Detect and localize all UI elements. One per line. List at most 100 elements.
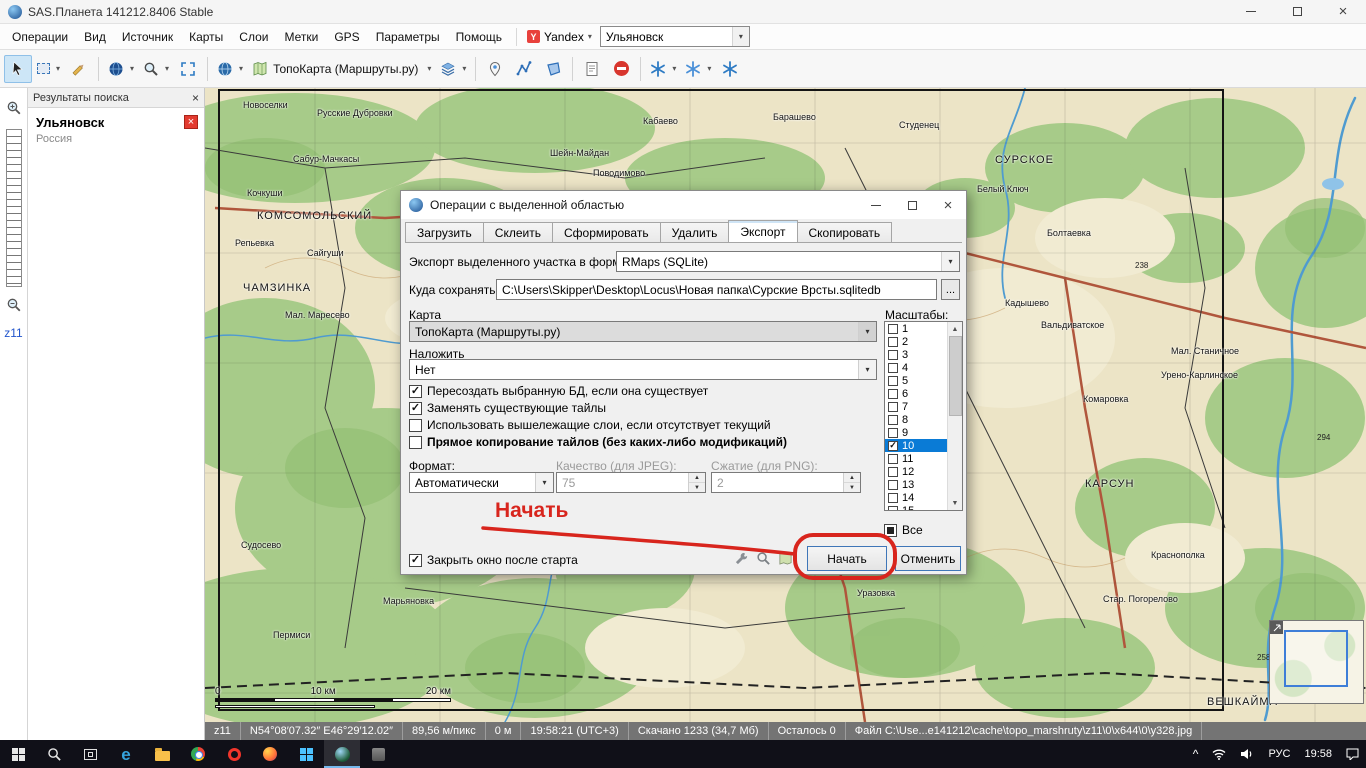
quality-stepper[interactable]: 75 ▲▼ (556, 472, 706, 493)
menu-item[interactable]: Параметры (368, 26, 448, 48)
spin-down-icon[interactable]: ▼ (844, 483, 860, 492)
scale-checkbox[interactable] (888, 350, 898, 360)
scale-checkbox[interactable] (888, 402, 898, 412)
gps-position-button[interactable] (716, 55, 744, 83)
selection-manager-button[interactable] (578, 55, 606, 83)
minimap[interactable] (1269, 620, 1364, 704)
scale-item[interactable]: 10 (885, 439, 947, 452)
chevron-down-icon[interactable]: ▾ (858, 322, 876, 341)
chevron-down-icon[interactable]: ▾ (941, 252, 959, 271)
scale-checkbox[interactable] (888, 363, 898, 373)
window-titlebar[interactable]: SAS.Планета 141212.8406 Stable (0, 0, 1366, 24)
scroll-down-icon[interactable]: ▼ (948, 496, 962, 510)
start-button[interactable] (0, 740, 36, 768)
search-result-item[interactable]: Ульяновск × (28, 108, 204, 132)
magnifier-icon[interactable] (756, 551, 771, 569)
checkbox[interactable] (409, 436, 422, 449)
dialog-minimize-button[interactable] (858, 191, 894, 219)
scale-item[interactable]: 12 (885, 465, 947, 478)
measure-tool-button[interactable] (65, 55, 93, 83)
scroll-up-icon[interactable]: ▲ (948, 322, 962, 336)
dialog-titlebar[interactable]: Операции с выделенной областью (401, 191, 966, 219)
tray-expand-button[interactable]: ^ (1186, 740, 1206, 768)
dialog-maximize-button[interactable] (894, 191, 930, 219)
checkbox[interactable] (409, 419, 422, 432)
scale-checkbox[interactable] (888, 376, 898, 386)
chevron-down-icon[interactable]: ▾ (858, 360, 876, 379)
save-path-input[interactable]: C:\Users\Skipper\Desktop\Locus\Новая пап… (496, 279, 937, 300)
overlay-combobox[interactable]: Нет ▾ (409, 359, 877, 380)
menu-item[interactable]: Слои (231, 26, 276, 48)
scale-item[interactable]: 15 (885, 504, 947, 510)
taskbar-sas-planet[interactable] (324, 740, 360, 768)
add-polygon-button[interactable] (539, 55, 567, 83)
scales-listbox[interactable]: 1 2 3 4 (884, 321, 963, 511)
dialog-tab[interactable]: Склеить (483, 222, 553, 242)
scale-checkbox[interactable] (888, 493, 898, 503)
scale-item[interactable]: 8 (885, 413, 947, 426)
scale-item[interactable]: 9 (885, 426, 947, 439)
search-input[interactable] (601, 27, 732, 46)
format-combobox[interactable]: Автоматически ▾ (409, 472, 554, 493)
add-placemark-button[interactable] (481, 55, 509, 83)
export-option[interactable]: Пересоздать выбранную БД, если она сущес… (409, 384, 787, 398)
scale-item[interactable]: 7 (885, 400, 947, 413)
task-view-button[interactable] (72, 740, 108, 768)
chevron-down-icon[interactable]: ▾ (535, 473, 553, 492)
zoom-slider[interactable] (6, 129, 22, 287)
scroll-thumb[interactable] (949, 336, 962, 416)
goto-button[interactable]: ▾ (104, 55, 138, 83)
map-file-icon[interactable] (778, 551, 793, 569)
all-scales-checkbox[interactable] (884, 524, 897, 537)
dialog-tab[interactable]: Сформировать (552, 222, 661, 242)
scale-item[interactable]: 3 (885, 348, 947, 361)
taskbar-chrome[interactable] (180, 740, 216, 768)
scale-checkbox[interactable] (888, 480, 898, 490)
volume-indicator[interactable] (1233, 740, 1261, 768)
menu-item[interactable]: Метки (276, 26, 326, 48)
add-path-button[interactable] (510, 55, 538, 83)
close-after-start-option[interactable]: Закрыть окно после старта (409, 553, 578, 567)
all-scales-option[interactable]: Все (884, 523, 923, 537)
network-indicator[interactable] (1205, 740, 1233, 768)
minimap-viewport-frame[interactable] (1284, 630, 1348, 687)
zoom-tool-button[interactable]: ▾ (139, 55, 173, 83)
compression-stepper[interactable]: 2 ▲▼ (711, 472, 861, 493)
clock[interactable]: 19:58 (1297, 740, 1339, 768)
scales-scrollbar[interactable]: ▲ ▼ (947, 322, 962, 510)
close-after-start-checkbox[interactable] (409, 554, 422, 567)
taskbar-search-button[interactable] (36, 740, 72, 768)
stop-download-button[interactable] (607, 55, 635, 83)
taskbar-store[interactable] (288, 740, 324, 768)
scale-checkbox[interactable] (888, 441, 898, 451)
map-source-dropdown[interactable]: ТопоКарта (Маршруты.ру) ▾ (248, 55, 435, 83)
scale-checkbox[interactable] (888, 337, 898, 347)
scale-item[interactable]: 1 (885, 322, 947, 335)
gps-track-button[interactable]: ▾ (681, 55, 715, 83)
zoom-out-icon[interactable] (6, 297, 22, 316)
scale-item[interactable]: 13 (885, 478, 947, 491)
taskbar-firefox[interactable] (252, 740, 288, 768)
dialog-tab[interactable]: Удалить (660, 222, 730, 242)
taskbar-app[interactable] (360, 740, 396, 768)
scale-item[interactable]: 14 (885, 491, 947, 504)
wrench-icon[interactable] (734, 551, 749, 569)
cursor-tool-button[interactable] (4, 55, 32, 83)
dialog-tab[interactable]: Скопировать (797, 222, 893, 242)
scale-item[interactable]: 2 (885, 335, 947, 348)
scale-item[interactable]: 5 (885, 374, 947, 387)
language-indicator[interactable]: РУС (1261, 740, 1297, 768)
menu-item[interactable]: Источник (114, 26, 181, 48)
dialog-tab[interactable]: Экспорт (728, 220, 797, 242)
taskbar-edge[interactable]: e (108, 740, 144, 768)
notification-center-button[interactable] (1339, 740, 1366, 768)
data-source-button[interactable]: ▾ (213, 55, 247, 83)
spin-down-icon[interactable]: ▼ (689, 483, 705, 492)
search-provider-dropdown[interactable]: Y Yandex ▾ (523, 28, 596, 46)
menu-item[interactable]: GPS (326, 26, 367, 48)
zoom-in-icon[interactable] (6, 100, 22, 119)
minimize-button[interactable] (1228, 0, 1274, 23)
remove-result-icon[interactable]: × (184, 115, 198, 129)
scale-checkbox[interactable] (888, 506, 898, 511)
spin-up-icon[interactable]: ▲ (844, 473, 860, 483)
